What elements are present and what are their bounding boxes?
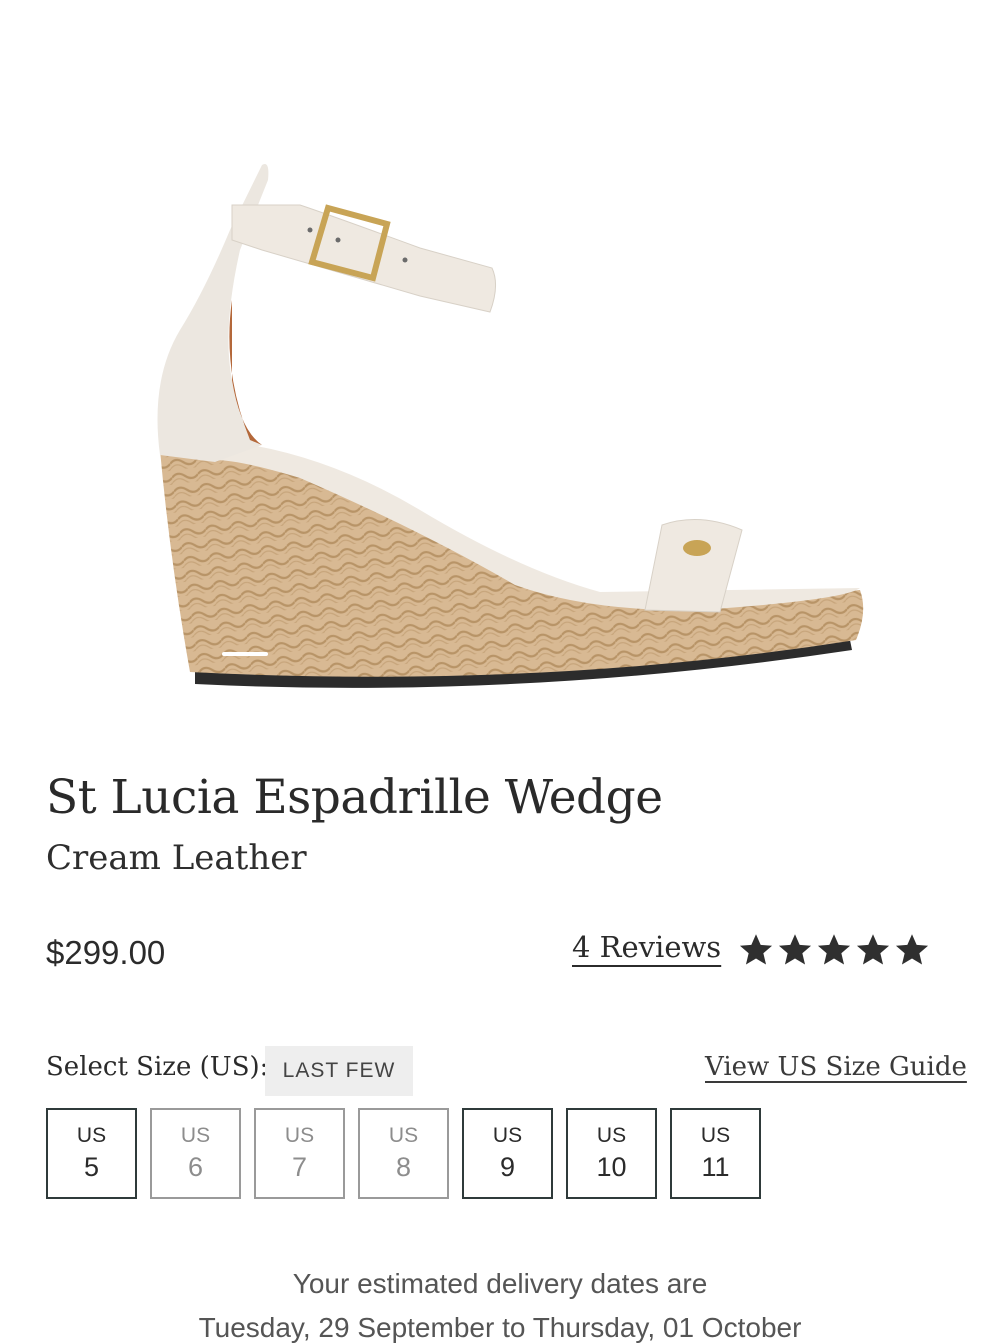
size-value: 11 [701,1151,730,1182]
size-option-us-8[interactable]: US 8 [358,1108,449,1199]
size-value: 5 [83,1151,100,1182]
size-value: 8 [395,1151,412,1182]
product-title: St Lucia Espadrille Wedge [46,770,663,825]
product-color-name: Cream Leather [46,838,307,878]
carousel-indicator[interactable] [222,652,268,656]
size-guide-link[interactable]: View US Size Guide [705,1052,967,1082]
star-icon [816,932,852,968]
size-value: 7 [291,1151,308,1182]
star-rating[interactable] [738,932,930,968]
size-unit: US [700,1123,731,1147]
product-image-carousel[interactable] [0,0,1000,740]
size-option-us-6[interactable]: US 6 [150,1108,241,1199]
reviews-link[interactable]: 4 Reviews [572,930,721,964]
size-unit: US [180,1123,211,1147]
size-option-us-7[interactable]: US 7 [254,1108,345,1199]
size-options: US 5 US 6 US 7 US 8 US 9 US 10 US 11 [46,1108,761,1199]
last-few-badge: LAST FEW [265,1046,413,1096]
size-value: 6 [187,1151,204,1182]
size-unit: US [76,1123,107,1147]
star-icon [777,932,813,968]
size-unit: US [284,1123,315,1147]
delivery-estimate-dates: Tuesday, 29 September to Thursday, 01 Oc… [198,1312,802,1343]
size-option-us-11[interactable]: US 11 [670,1108,761,1199]
delivery-estimate-heading: Your estimated delivery dates are [292,1268,708,1299]
size-value: 10 [596,1151,627,1182]
product-image [157,164,864,688]
size-selector-label: Select Size (US): [46,1052,269,1082]
star-icon [855,932,891,968]
size-unit: US [388,1123,419,1147]
size-option-us-9[interactable]: US 9 [462,1108,553,1199]
star-icon [738,932,774,968]
size-unit: US [492,1123,523,1147]
size-unit: US [596,1123,627,1147]
product-price: $299.00 [46,934,166,971]
star-icon [894,932,930,968]
size-option-us-5[interactable]: US 5 [46,1108,137,1199]
carousel-dot-active[interactable] [222,652,268,656]
size-value: 9 [499,1151,516,1182]
size-option-us-10[interactable]: US 10 [566,1108,657,1199]
